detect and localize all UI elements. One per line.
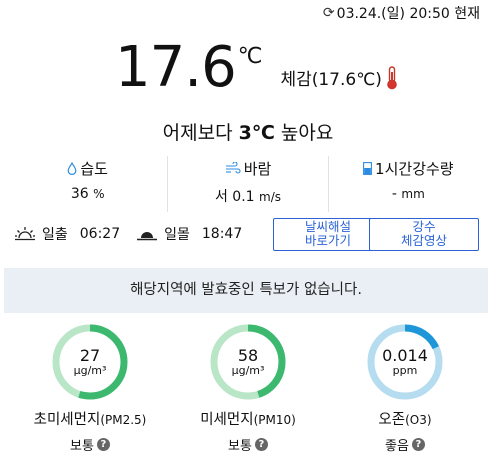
rain-gauge-icon xyxy=(363,161,372,175)
sunset-label: 일몰 xyxy=(164,227,190,243)
compare-prefix: 어제보다 xyxy=(162,122,239,144)
pm10-value: 58 xyxy=(237,346,259,365)
rain-label: 1시간강수량 xyxy=(375,159,454,178)
sunset-icon xyxy=(137,232,158,241)
weather-commentary-line1: 날씨해설 xyxy=(304,219,351,234)
pm25-sub: (PM2.5) xyxy=(100,413,147,427)
humidity-value: 36 xyxy=(70,186,89,202)
sunrise-icon xyxy=(15,227,35,241)
compare-suffix: 높아요 xyxy=(274,122,334,144)
pm25-grade: 보통 xyxy=(70,439,94,454)
rain-value: - xyxy=(391,186,397,202)
humidity-stat: 습도 36 % xyxy=(8,156,169,212)
weather-alert-banner: 해당지역에 발효중인 특보가 없습니다. xyxy=(4,268,488,313)
humidity-unit: % xyxy=(93,187,105,201)
temperature-unit: ℃ xyxy=(237,44,263,69)
compare-yesterday: 어제보다 3℃ 높아요 xyxy=(0,118,496,145)
o3-sub: (O3) xyxy=(405,413,432,427)
weather-commentary-button[interactable]: 날씨해설 바로가기 xyxy=(273,217,383,251)
wind-stat: 바람 서 0.1 m/s xyxy=(168,156,329,212)
pm25-item: 27 μg/m³ 초미세먼지(PM2.5) 보통? xyxy=(10,322,170,454)
rain-video-line1: 강수 xyxy=(412,219,436,234)
sunset-time: 18:47 xyxy=(201,226,243,242)
pm10-item: 58 μg/m³ 미세먼지(PM10) 보통? xyxy=(168,322,328,454)
rain-video-line2: 체감영상 xyxy=(400,233,447,248)
pm25-gauge[interactable]: 27 μg/m³ xyxy=(50,322,130,402)
weather-stats: 습도 36 % 바람 서 0.1 m/s 1시간강수량 - mm xyxy=(8,156,488,212)
wind-label: 바람 xyxy=(243,159,272,178)
update-time: ⟳ 03.24.(일) 20:50 현재 xyxy=(323,3,480,23)
o3-grade: 좋음 xyxy=(385,439,409,454)
pm10-name: 미세먼지 xyxy=(200,412,254,428)
compare-value: 3℃ xyxy=(238,122,275,144)
refresh-icon[interactable]: ⟳ xyxy=(323,5,335,21)
help-icon[interactable]: ? xyxy=(96,438,110,451)
help-icon[interactable]: ? xyxy=(254,438,268,451)
wind-unit: m/s xyxy=(259,190,282,204)
feels-like-text: 체감(17.6℃) xyxy=(280,70,382,90)
sunrise: 일출 06:27 xyxy=(14,224,120,244)
rain-unit: mm xyxy=(401,187,425,201)
thermometer-icon xyxy=(387,65,397,89)
o3-unit: ppm xyxy=(392,364,418,377)
sunrise-time: 06:27 xyxy=(79,226,121,242)
sunrise-label: 일출 xyxy=(42,227,68,243)
update-time-text: 03.24.(일) 20:50 현재 xyxy=(336,6,480,22)
pm25-name: 초미세먼지 xyxy=(33,412,101,428)
pm10-grade: 보통 xyxy=(228,439,252,454)
sun-times: 일출 06:27 일몰 18:47 날씨해설 바로가기 강수 체감영상 xyxy=(14,217,484,251)
pm10-unit: μg/m³ xyxy=(231,364,265,377)
pm25-unit: μg/m³ xyxy=(73,364,107,377)
feels-like: 체감(17.6℃) xyxy=(280,65,399,90)
pm10-gauge[interactable]: 58 μg/m³ xyxy=(208,322,288,402)
wind-icon xyxy=(225,162,241,174)
wind-value: 서 0.1 xyxy=(214,189,255,205)
humidity-label: 습도 xyxy=(80,159,108,178)
o3-name: 오존 xyxy=(378,412,406,428)
pm25-value: 27 xyxy=(79,346,101,365)
rain-video-button[interactable]: 강수 체감영상 xyxy=(369,217,479,251)
temperature-value: 17.6 xyxy=(115,35,237,100)
o3-value: 0.014 xyxy=(382,346,428,365)
o3-item: 0.014 ppm 오존(O3) 좋음? xyxy=(325,322,485,454)
pm10-sub: (PM10) xyxy=(253,413,296,427)
rain-stat: 1시간강수량 - mm xyxy=(329,156,488,212)
o3-gauge[interactable]: 0.014 ppm xyxy=(365,322,445,402)
droplet-icon xyxy=(67,161,77,175)
help-icon[interactable]: ? xyxy=(411,438,425,451)
weather-commentary-line2: 바로가기 xyxy=(304,233,351,248)
current-temperature: 17.6 ℃ 체감(17.6℃) xyxy=(0,38,496,98)
sunset: 일몰 18:47 xyxy=(136,224,242,244)
